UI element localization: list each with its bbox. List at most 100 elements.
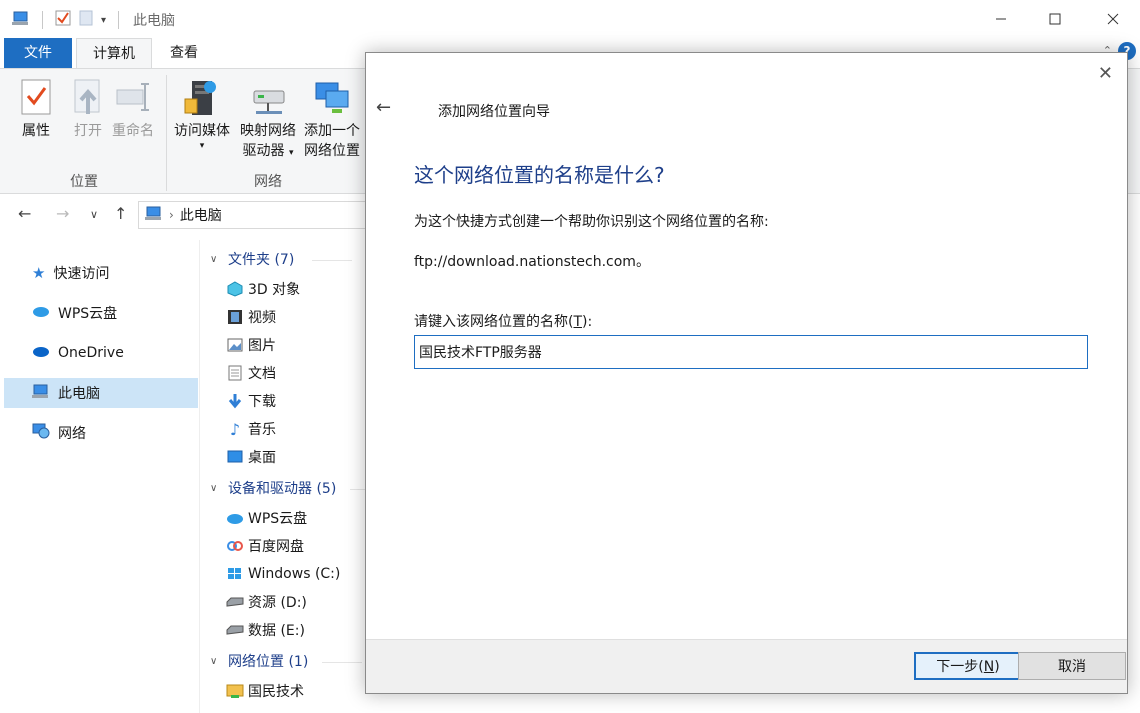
back-arrow-icon[interactable]: ← [376, 97, 391, 118]
maximize-button[interactable] [1044, 8, 1066, 30]
folder-icon[interactable] [79, 10, 93, 30]
group-divider [322, 662, 362, 663]
document-icon [226, 364, 244, 382]
network-icon [32, 423, 50, 443]
tab-file[interactable]: 文件 [4, 38, 72, 68]
group-title: 设备和驱动器 (5) [228, 481, 337, 497]
list-item-videos[interactable]: 视频 [226, 305, 276, 329]
hard-drive-icon [226, 621, 244, 639]
rename-icon [113, 77, 153, 117]
group-header-devices[interactable]: ∨ 设备和驱动器 (5) [210, 477, 336, 499]
nav-item-quick-access[interactable]: ★ 快速访问 [4, 258, 198, 288]
cloud-icon [226, 509, 244, 527]
map-drive-label-2: 驱动器 [242, 143, 285, 159]
rename-button[interactable]: 重命名 [112, 77, 154, 141]
properties-label: 属性 [22, 123, 50, 139]
group-label-network: 网络 [254, 174, 282, 190]
network-location-icon [312, 77, 352, 117]
breadcrumb[interactable]: 此电脑 [180, 205, 222, 225]
quick-access-toolbar: ▾ [12, 10, 123, 30]
cancel-button[interactable]: 取消 [1018, 652, 1126, 680]
list-item-label: 桌面 [248, 450, 276, 466]
group-header-folders[interactable]: ∨ 文件夹 (7) [210, 248, 294, 270]
chevron-down-icon: ∨ [210, 253, 218, 265]
address-bar[interactable]: › 此电脑 [138, 201, 378, 229]
open-button[interactable]: 打开 [68, 77, 108, 141]
nav-item-onedrive[interactable]: OneDrive [4, 338, 198, 368]
media-server-icon [182, 77, 222, 117]
content-area: ∨ 文件夹 (7) 3D 对象 视频 图片 文档 下载 ♪ 音乐 桌面 ∨ 设备… [200, 240, 370, 713]
download-arrow-icon [226, 392, 244, 410]
open-icon [68, 77, 108, 117]
windows-drive-icon [226, 565, 244, 583]
nav-item-label: 网络 [58, 426, 86, 442]
group-label-location: 位置 [70, 174, 98, 190]
list-item-drive-e[interactable]: 数据 (E:) [226, 618, 305, 642]
list-item-drive-c[interactable]: Windows (C:) [226, 562, 340, 586]
dropdown-arrow-icon: ▾ [199, 141, 205, 151]
access-media-button[interactable]: 访问媒体 ▾ [174, 77, 230, 151]
computer-icon[interactable] [12, 10, 30, 30]
cube-3d-icon [226, 280, 244, 298]
window-title: 此电脑 [133, 13, 175, 29]
chevron-down-icon: ∨ [210, 482, 218, 494]
list-item-label: 下载 [248, 394, 276, 410]
list-item-documents[interactable]: 文档 [226, 361, 276, 385]
add-location-label-1: 添加一个 [304, 123, 360, 139]
list-item-label: 国民技术 [248, 684, 304, 700]
location-name-input[interactable] [414, 335, 1088, 369]
star-icon: ★ [32, 264, 46, 282]
list-item-network-location[interactable]: 国民技术 [226, 679, 304, 703]
list-item-downloads[interactable]: 下载 [226, 389, 276, 413]
network-folder-icon [226, 682, 244, 700]
nav-item-label: 此电脑 [58, 386, 100, 402]
dropdown-arrow-icon: ▾ [288, 148, 294, 158]
wizard-title: 添加网络位置向导 [438, 104, 550, 120]
next-button[interactable]: 下一步(N) [914, 652, 1022, 680]
list-item-label: Windows (C:) [248, 566, 341, 582]
properties-check-icon[interactable] [55, 10, 71, 30]
wizard-heading: 这个网络位置的名称是什么? [414, 163, 665, 187]
wizard-description: 为这个快捷方式创建一个帮助你识别这个网络位置的名称: [414, 214, 769, 230]
list-item-pictures[interactable]: 图片 [226, 333, 276, 357]
tab-computer[interactable]: 计算机 [76, 38, 152, 69]
add-network-location-wizard: ✕ ← 添加网络位置向导 这个网络位置的名称是什么? 为这个快捷方式创建一个帮助… [365, 52, 1128, 694]
list-item-wps-cloud[interactable]: WPS云盘 [226, 506, 307, 530]
list-item-desktop[interactable]: 桌面 [226, 445, 276, 469]
list-item-label: 百度网盘 [248, 539, 304, 555]
tab-view[interactable]: 查看 [154, 38, 214, 68]
nav-item-network[interactable]: 网络 [4, 418, 198, 448]
open-label: 打开 [74, 123, 102, 139]
close-icon[interactable]: ✕ [1098, 63, 1113, 84]
list-item-label: 3D 对象 [248, 282, 301, 298]
back-arrow-icon[interactable]: ← [18, 204, 31, 223]
dropdown-arrow-icon[interactable]: ▾ [101, 15, 106, 26]
group-header-network-locations[interactable]: ∨ 网络位置 (1) [210, 650, 308, 672]
desktop-icon [226, 448, 244, 466]
list-item-drive-d[interactable]: 资源 (D:) [226, 590, 307, 614]
up-arrow-icon[interactable]: ↑ [114, 204, 127, 223]
nav-item-label: 快速访问 [53, 266, 110, 282]
map-network-drive-button[interactable]: 映射网络 驱动器 ▾ [240, 77, 296, 163]
map-drive-label-1: 映射网络 [240, 123, 296, 139]
nav-item-this-pc[interactable]: 此电脑 [4, 378, 198, 408]
minimize-button[interactable] [990, 8, 1012, 30]
list-item-music[interactable]: ♪ 音乐 [226, 417, 276, 441]
group-separator [166, 75, 167, 191]
list-item-label: 文档 [248, 366, 276, 382]
list-item-label: 数据 (E:) [248, 623, 305, 639]
group-title: 网络位置 (1) [228, 654, 309, 670]
nav-item-wps-cloud[interactable]: WPS云盘 [4, 298, 198, 328]
list-item-3d-objects[interactable]: 3D 对象 [226, 277, 300, 301]
add-network-location-button[interactable]: 添加一个 网络位置 [304, 77, 360, 161]
recent-dropdown-icon[interactable]: ∨ [90, 208, 98, 221]
baidu-cloud-icon [226, 537, 244, 555]
name-prompt-label: 请键入该网络位置的名称(T): [414, 314, 593, 330]
film-icon [226, 308, 244, 326]
close-button[interactable] [1102, 8, 1124, 30]
breadcrumb-chevron-icon[interactable]: › [169, 208, 174, 222]
properties-button[interactable]: 属性 [16, 77, 56, 141]
forward-arrow-icon[interactable]: → [56, 204, 69, 223]
music-note-icon: ♪ [229, 419, 241, 439]
list-item-baidu-disk[interactable]: 百度网盘 [226, 534, 304, 558]
